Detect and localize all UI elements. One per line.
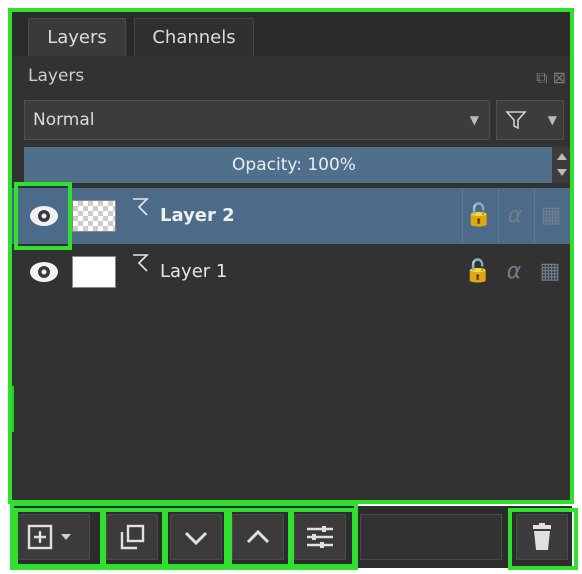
layer-thumbnail (72, 256, 116, 288)
layer-name[interactable]: Layer 1 (160, 244, 227, 300)
layers-docker: Layers Channels Layers ⧉ ⊠ Normal ▼ ▼ Op… (10, 10, 572, 500)
spin-down-icon[interactable] (557, 169, 567, 176)
lock-icon[interactable]: 🔓 (462, 188, 495, 244)
paint-layer-icon (133, 198, 149, 216)
tab-layers[interactable]: Layers (28, 18, 126, 56)
layer-row[interactable]: Layer 2 🔓 α ▦ (10, 188, 572, 244)
layer-row[interactable]: Layer 1 🔓 α ▦ (10, 244, 572, 300)
dock-controls[interactable]: ⧉ ⊠ (536, 68, 566, 88)
opacity-value: 100% (307, 155, 356, 175)
alpha-lock-icon[interactable]: α (498, 244, 530, 300)
opacity-label: Opacity: (232, 155, 302, 175)
resize-handle[interactable] (10, 386, 14, 432)
add-layer-button[interactable] (16, 514, 90, 560)
docker-title: Layers (28, 66, 85, 86)
visibility-eye-icon[interactable] (22, 252, 66, 292)
layer-thumbnail (72, 200, 116, 232)
filter-select[interactable]: ▼ (496, 100, 564, 140)
move-layer-up-icon (246, 529, 270, 544)
alpha-lock-icon[interactable]: α (498, 188, 531, 244)
filter-icon (505, 111, 527, 130)
layer-properties-icon (307, 526, 333, 548)
lock-icon[interactable]: 🔓 (462, 244, 494, 300)
toolbar-spacer (360, 514, 502, 560)
duplicate-layer-button[interactable] (106, 514, 158, 560)
tab-bar: Layers Channels (10, 10, 572, 56)
add-layer-icon (27, 524, 71, 550)
blend-mode-value: Normal (33, 110, 95, 130)
inherit-alpha-icon[interactable]: ▦ (534, 188, 567, 244)
close-icon[interactable]: ⊠ (553, 68, 566, 87)
layer-properties-button[interactable] (294, 514, 346, 560)
layer-toolbar (10, 506, 572, 568)
move-layer-up-button[interactable] (232, 514, 284, 560)
layer-name[interactable]: Layer 2 (160, 188, 235, 244)
inherit-alpha-icon[interactable]: ▦ (534, 244, 566, 300)
opacity-spinner[interactable] (552, 147, 572, 183)
visibility-eye-icon[interactable] (22, 196, 66, 236)
delete-layer-icon (533, 523, 551, 550)
opacity-slider[interactable]: Opacity: 100% (24, 147, 564, 183)
float-icon[interactable]: ⧉ (536, 68, 547, 87)
move-layer-down-button[interactable] (170, 514, 222, 560)
spin-up-icon[interactable] (557, 153, 567, 160)
delete-layer-button[interactable] (516, 514, 568, 560)
blend-mode-select[interactable]: Normal ▼ (24, 100, 490, 140)
tab-channels[interactable]: Channels (134, 18, 254, 56)
duplicate-layer-icon (120, 524, 145, 550)
paint-layer-icon (133, 254, 149, 272)
move-layer-down-icon (184, 531, 208, 546)
chevron-down-icon: ▼ (469, 113, 479, 127)
chevron-down-icon: ▼ (547, 113, 557, 127)
